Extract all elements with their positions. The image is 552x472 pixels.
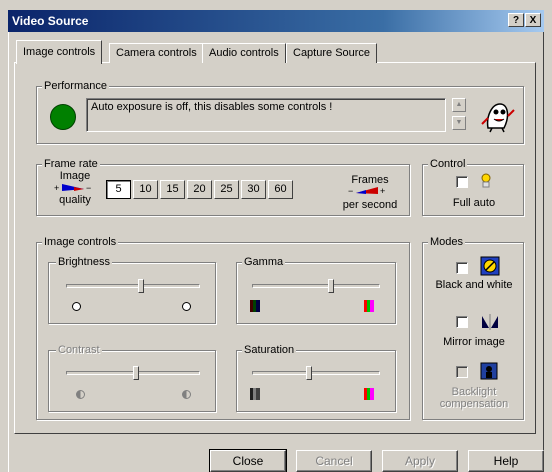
full-auto-label: Full auto bbox=[452, 197, 496, 209]
black-white-label: Black and white bbox=[435, 279, 513, 291]
saturation-slider-thumb[interactable] bbox=[305, 366, 312, 380]
gamma-label: Gamma bbox=[242, 256, 286, 268]
mirror-image-icon bbox=[482, 314, 498, 330]
contrast-slider-thumb[interactable] bbox=[132, 366, 139, 380]
close-button[interactable]: Close bbox=[209, 449, 287, 472]
frame-rate-button-15[interactable]: 15 bbox=[160, 180, 185, 199]
modes-legend: Modes bbox=[428, 236, 466, 248]
frame-rate-legend: Frame rate bbox=[42, 158, 100, 170]
auto-camera-icon bbox=[481, 173, 491, 188]
control-legend: Control bbox=[428, 158, 468, 170]
title-bar[interactable]: Video Source bbox=[8, 10, 544, 32]
gamma-track bbox=[252, 284, 380, 288]
frame-rate-button-60[interactable]: 60 bbox=[268, 180, 293, 199]
backlight-label-2: compensation bbox=[439, 398, 509, 410]
close-title-button[interactable]: X bbox=[525, 13, 541, 27]
black-white-icon bbox=[480, 256, 500, 276]
tab-image-controls[interactable]: Image controls bbox=[16, 40, 103, 64]
frames-label-bottom: per second bbox=[342, 199, 398, 211]
frame-rate-button-10[interactable]: 10 bbox=[133, 180, 158, 199]
apply-button[interactable]: Apply bbox=[382, 450, 458, 472]
close-icon: X bbox=[529, 15, 537, 26]
black-white-checkbox[interactable] bbox=[456, 262, 468, 274]
svg-text:−: − bbox=[86, 183, 91, 192]
image-controls-legend: Image controls bbox=[42, 236, 119, 248]
brightness-low-icon bbox=[72, 302, 81, 311]
saturation-high-icon bbox=[364, 388, 374, 400]
image-quality-label-bottom: quality bbox=[59, 194, 91, 206]
contrast-group bbox=[48, 350, 216, 412]
tab-label: Camera controls bbox=[116, 47, 197, 59]
backlight-icon bbox=[480, 362, 498, 380]
gamma-group bbox=[236, 262, 396, 324]
scroll-up-button[interactable]: ▲ bbox=[452, 98, 466, 112]
window-title: Video Source bbox=[12, 14, 89, 28]
svg-text:−: − bbox=[348, 186, 353, 195]
help-title-button[interactable]: ? bbox=[508, 13, 524, 27]
contrast-label: Contrast bbox=[56, 344, 102, 356]
quality-wedge-icon: + − bbox=[54, 183, 91, 192]
tab-camera-controls[interactable]: Camera controls bbox=[109, 43, 204, 63]
help-button[interactable]: Help bbox=[468, 450, 544, 472]
tab-label: Image controls bbox=[23, 46, 96, 58]
help-icon: ? bbox=[512, 15, 520, 26]
brightness-label: Brightness bbox=[56, 256, 112, 268]
performance-message-box: Auto exposure is off, this disables some… bbox=[86, 98, 446, 132]
image-quality-label-top: Image bbox=[59, 170, 91, 182]
gamma-low-icon bbox=[250, 300, 260, 312]
brightness-group bbox=[48, 262, 216, 324]
mirror-image-label: Mirror image bbox=[443, 336, 505, 348]
frame-rate-button-5[interactable]: 5 bbox=[106, 180, 131, 199]
mirror-image-checkbox[interactable] bbox=[456, 316, 468, 328]
fps-wedge-icon: − + bbox=[348, 186, 385, 195]
scroll-down-button[interactable]: ▼ bbox=[452, 116, 466, 130]
contrast-high-icon bbox=[182, 390, 191, 399]
svg-text:+: + bbox=[380, 186, 385, 195]
tab-label: Capture Source bbox=[293, 47, 371, 59]
tab-capture-source[interactable]: Capture Source bbox=[286, 43, 378, 63]
saturation-group bbox=[236, 350, 396, 412]
frame-rate-button-30[interactable]: 30 bbox=[241, 180, 266, 199]
contrast-low-icon bbox=[76, 390, 85, 399]
full-auto-checkbox[interactable] bbox=[456, 176, 468, 188]
tab-audio-controls[interactable]: Audio controls bbox=[202, 43, 286, 63]
backlight-label-1: Backlight bbox=[451, 386, 497, 398]
performance-legend: Performance bbox=[42, 80, 109, 92]
brightness-slider-thumb[interactable] bbox=[137, 279, 144, 293]
backlight-checkbox[interactable] bbox=[456, 366, 468, 378]
tab-label: Audio controls bbox=[209, 47, 279, 59]
frame-rate-button-25[interactable]: 25 bbox=[214, 180, 239, 199]
brightness-high-icon bbox=[182, 302, 191, 311]
frame-rate-button-20[interactable]: 20 bbox=[187, 180, 212, 199]
brightness-track bbox=[66, 284, 200, 288]
gamma-slider-thumb[interactable] bbox=[327, 279, 334, 293]
saturation-label: Saturation bbox=[242, 344, 297, 356]
saturation-low-icon bbox=[250, 388, 260, 400]
saturation-track bbox=[252, 371, 380, 375]
svg-text:+: + bbox=[54, 183, 59, 192]
mascot-icon bbox=[481, 103, 515, 133]
cancel-button[interactable]: Cancel bbox=[296, 450, 372, 472]
performance-message: Auto exposure is off, this disables some… bbox=[91, 101, 333, 113]
status-indicator-icon bbox=[50, 104, 76, 130]
frames-label-top: Frames bbox=[351, 174, 389, 186]
gamma-high-icon bbox=[364, 300, 374, 312]
